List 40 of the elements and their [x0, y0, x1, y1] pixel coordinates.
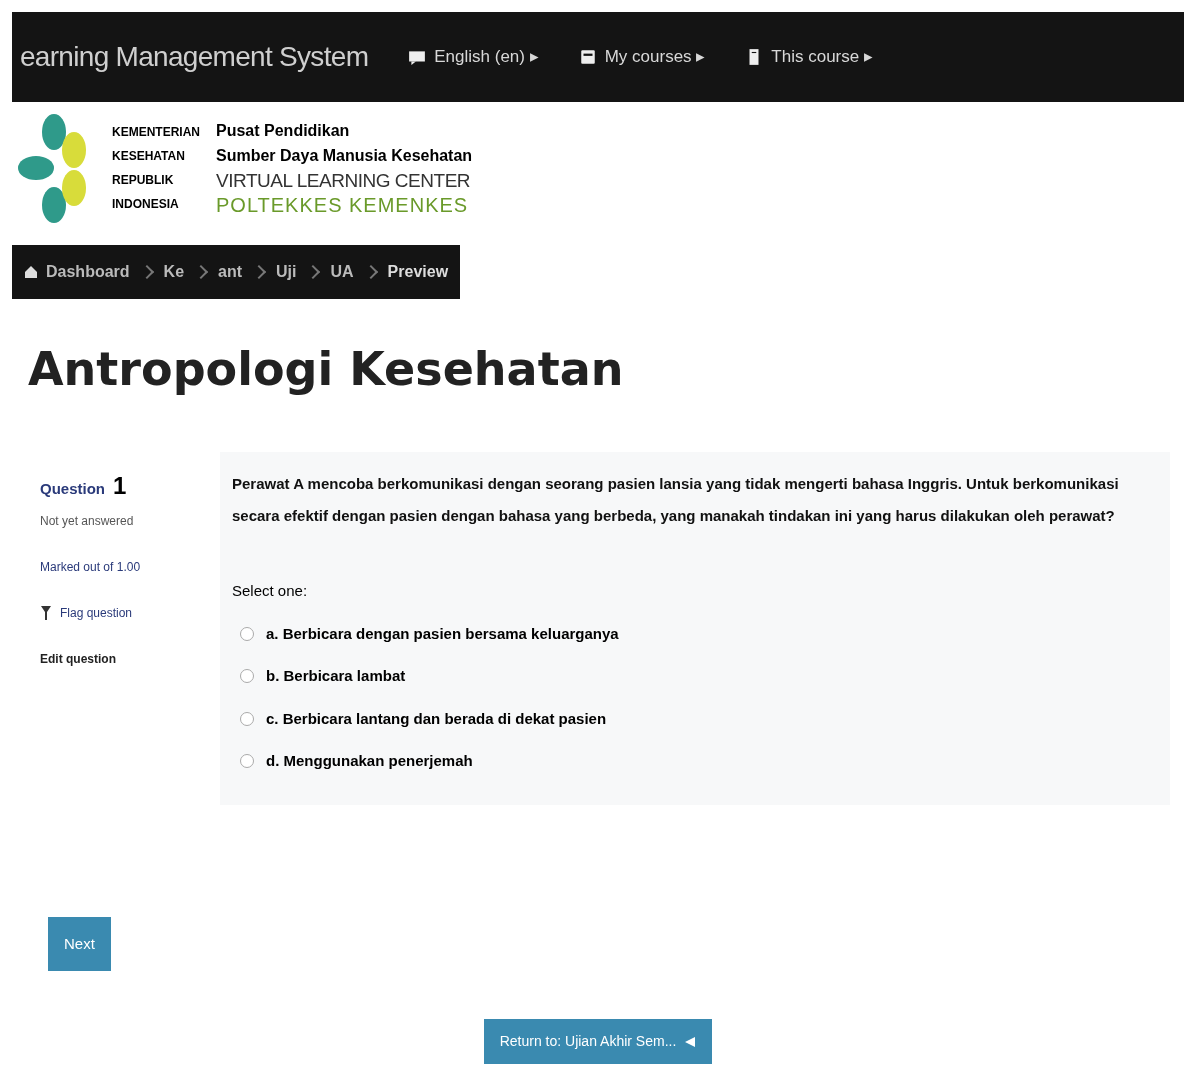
- logo-text: INDONESIA: [112, 195, 180, 213]
- answer-option[interactable]: d. Menggunakan penerjemah: [240, 750, 1158, 773]
- breadcrumb-link[interactable]: ant: [218, 260, 243, 284]
- page-title: Antropologi Kesehatan: [28, 341, 625, 398]
- triangle-icon: [684, 1035, 697, 1048]
- breadcrumb-link[interactable]: Ke: [163, 260, 185, 284]
- answer-option[interactable]: b. Berbicara lambat: [240, 665, 1158, 688]
- nav-menu[interactable]: English (en) ▸: [408, 44, 539, 70]
- breadcrumb-link[interactable]: Dashboard: [24, 260, 130, 284]
- flag-question-link[interactable]: Flag question: [40, 604, 180, 622]
- answer-option[interactable]: c. Berbicara lantang dan berada di dekat pasien: [240, 707, 1158, 730]
- logo-text: Sumber Daya Manusia Kesehatan: [216, 145, 473, 166]
- breadcrumb-link[interactable]: UA: [330, 260, 354, 284]
- marks-text: Marked out of 1.00: [40, 559, 142, 576]
- logo-text: POLTEKKES KEMENKES: [216, 192, 470, 218]
- logo-text: REPUBLIK: [112, 171, 175, 189]
- chat-icon: [408, 48, 427, 66]
- answer-option[interactable]: a. Berbicara dengan pasien bersama keluarganya: [240, 622, 1158, 645]
- question-status: Not yet answered: [40, 513, 135, 530]
- nav-menu[interactable]: My courses ▸: [578, 44, 706, 70]
- radio-button[interactable]: [240, 626, 254, 641]
- edit-question-link[interactable]: Edit question: [40, 650, 180, 668]
- logo-text: KEMENTERIAN: [112, 123, 200, 141]
- question-text: Perawat A mencoba berkomunikasi dengan seorang pasien lansia yang tidak mengerti bahasa Inggris. Untuk berkomunikasi secara efektif dengan pasien dengan bahasa yang berbeda, yang manakah tindakan ini yang harus dilakukan oleh perawat?: [232, 474, 1120, 526]
- question-number: 1: [113, 471, 127, 501]
- breadcrumb-link[interactable]: Uji: [276, 260, 297, 284]
- radio-button[interactable]: [240, 754, 254, 769]
- nav-menu[interactable]: This course ▸: [745, 44, 873, 70]
- home-icon: [24, 265, 38, 279]
- return-button[interactable]: Return to: Ujian Akhir Sem...: [483, 1019, 713, 1064]
- next-button[interactable]: Next: [48, 916, 111, 971]
- logo-text: Pusat Pendidikan: [216, 120, 351, 141]
- radio-button[interactable]: [240, 711, 254, 726]
- select-prompt: Select one:: [232, 581, 309, 601]
- logo-text: VIRTUAL LEARNING CENTER: [216, 168, 472, 193]
- radio-button[interactable]: [240, 669, 254, 684]
- site-title: earning Management System: [20, 40, 369, 74]
- question-label: Question: [40, 479, 105, 499]
- breadcrumb-link[interactable]: Preview: [387, 260, 449, 284]
- logo-text: KESEHATAN: [112, 147, 186, 165]
